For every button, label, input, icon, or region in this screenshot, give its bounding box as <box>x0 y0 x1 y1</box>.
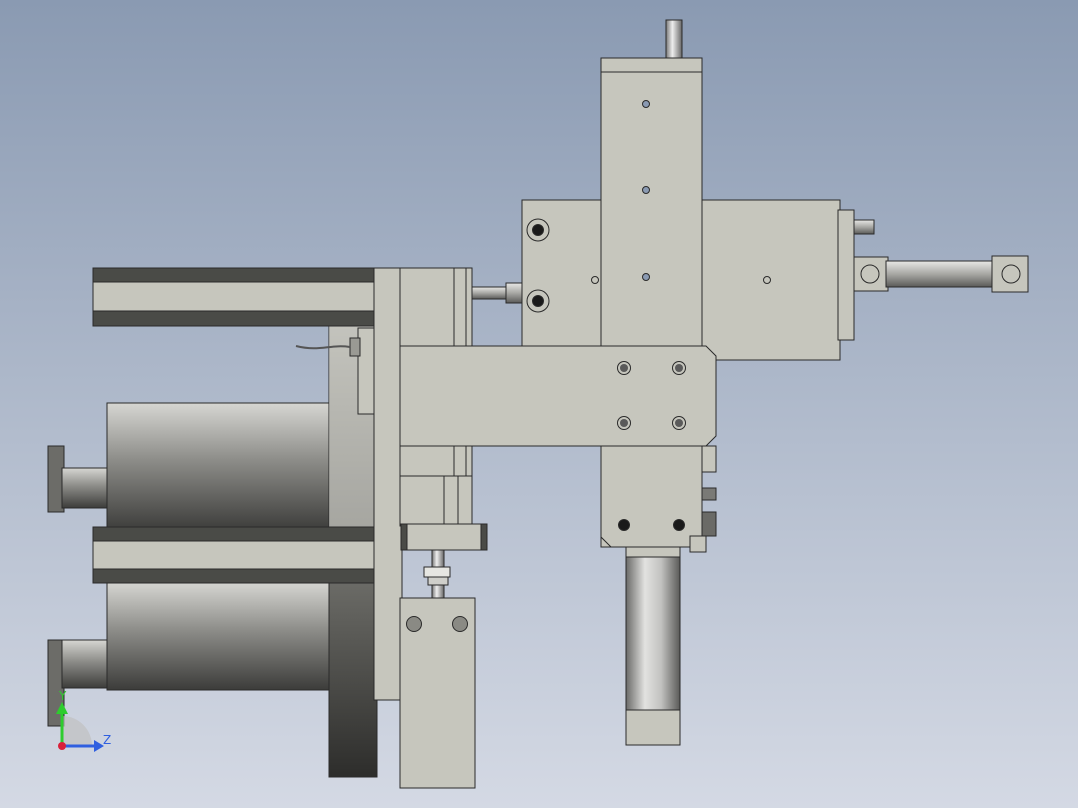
stop-block <box>400 523 488 551</box>
assembly-drawing: Y Z <box>0 0 1078 808</box>
bolt-hole <box>406 616 422 632</box>
bolt-hole <box>452 616 468 632</box>
bolt-hole <box>673 519 685 531</box>
y-axis-label: Y <box>58 689 67 703</box>
column-lower-block <box>600 445 703 548</box>
horizontal-arm <box>399 345 717 447</box>
z-axis-label: Z <box>103 733 111 747</box>
lower-guide-rail <box>92 526 377 584</box>
upper-guide-rail <box>92 267 377 327</box>
vertical-cylinder <box>625 546 681 746</box>
top-rod <box>665 19 683 61</box>
triad-origin <box>58 742 66 750</box>
cad-viewport[interactable]: Y Z <box>0 0 1078 808</box>
bolt-hole <box>618 519 630 531</box>
sensor-nut <box>349 337 361 357</box>
mounting-plate <box>373 267 403 701</box>
